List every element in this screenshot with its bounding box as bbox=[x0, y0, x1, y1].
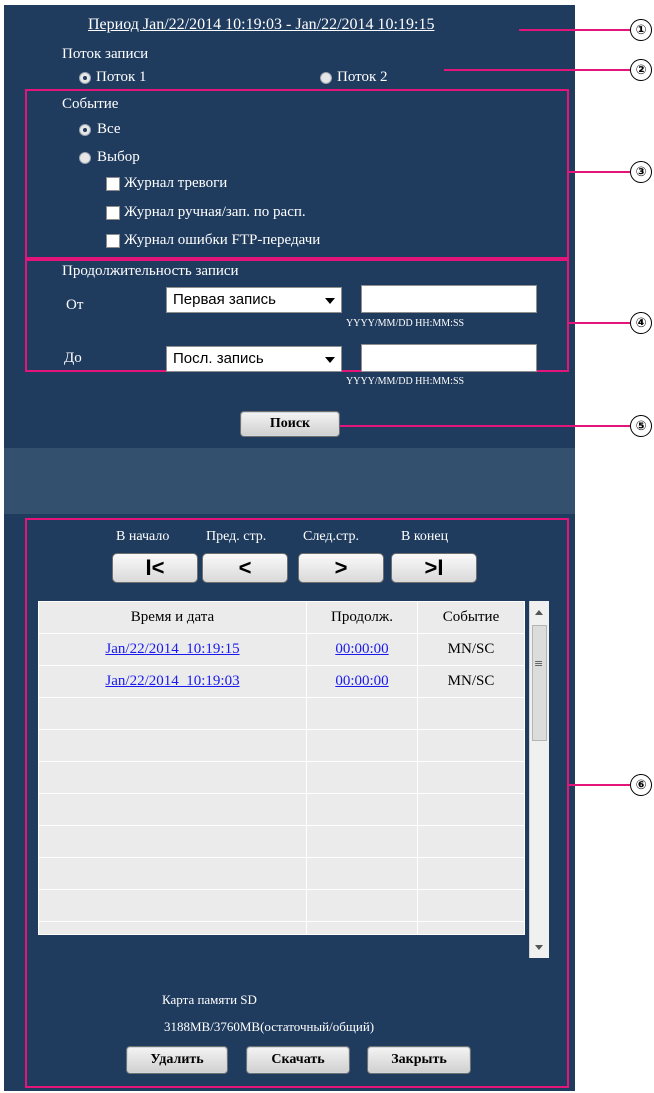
event-all-label: Все bbox=[97, 121, 121, 137]
search-button[interactable]: Поиск bbox=[240, 411, 340, 437]
from-format-hint: YYYY/MM/DD HH:MM:SS bbox=[346, 318, 465, 329]
table-row: Jan/22/2014 10:19:03 00:00:00 MN/SC bbox=[38, 665, 525, 698]
row-datetime-link[interactable]: Jan/22/2014 10:19:03 bbox=[105, 673, 239, 689]
row-event: MN/SC bbox=[417, 633, 525, 666]
sd-capacity: 3188MB/3760MB(остаточный/общий) bbox=[164, 1019, 375, 1034]
table-row-empty bbox=[38, 697, 525, 730]
event-select-radio[interactable] bbox=[79, 152, 91, 164]
from-datetime-input[interactable] bbox=[361, 285, 537, 313]
header-duration: Продолж. bbox=[306, 601, 418, 634]
stream-2-radio[interactable] bbox=[320, 72, 332, 84]
ftp-log-checkbox[interactable] bbox=[106, 234, 120, 248]
table-row-empty bbox=[38, 793, 525, 826]
scroll-thumb[interactable] bbox=[532, 625, 547, 741]
table-cell: 00:00:00 bbox=[306, 633, 418, 666]
table-row-empty bbox=[38, 729, 525, 762]
to-select[interactable]: Посл. запись bbox=[166, 346, 342, 372]
table-row-empty bbox=[38, 761, 525, 794]
prev-page-button[interactable]: < bbox=[202, 553, 288, 583]
callout-line-2 bbox=[444, 69, 630, 71]
table-header-row: Время и дата Продолж. Событие bbox=[38, 601, 525, 634]
callout-6: ⑥ bbox=[630, 774, 652, 796]
row-datetime-link[interactable]: Jan/22/2014 10:19:15 bbox=[105, 641, 239, 657]
first-page-button[interactable]: I< bbox=[112, 553, 198, 583]
first-page-icon: I< bbox=[145, 555, 165, 580]
stream-1-label: Поток 1 bbox=[96, 69, 147, 85]
first-page-label: В начало bbox=[116, 529, 170, 544]
callout-line-4 bbox=[569, 322, 630, 324]
download-button[interactable]: Скачать bbox=[246, 1046, 350, 1074]
last-page-button[interactable]: >I bbox=[391, 553, 477, 583]
header-event: Событие bbox=[417, 601, 525, 634]
callout-1: ① bbox=[630, 19, 652, 41]
header-datetime: Время и дата bbox=[38, 601, 307, 634]
log-table: Время и дата Продолж. Событие Jan/22/201… bbox=[38, 601, 525, 935]
table-scrollbar-lower[interactable] bbox=[529, 771, 549, 958]
row-duration-link[interactable]: 00:00:00 bbox=[335, 641, 388, 657]
event-title: Событие bbox=[62, 96, 119, 112]
table-cell: 00:00:00 bbox=[306, 665, 418, 698]
from-select-value: Первая запись bbox=[173, 291, 276, 308]
table-row-empty bbox=[38, 921, 525, 935]
to-datetime-input[interactable] bbox=[361, 344, 537, 372]
callout-5: ⑤ bbox=[630, 415, 652, 437]
last-page-icon: >I bbox=[424, 555, 444, 580]
from-label: От bbox=[66, 297, 84, 313]
scroll-up-icon[interactable] bbox=[535, 610, 543, 615]
callout-4: ④ bbox=[630, 312, 652, 334]
delete-button[interactable]: Удалить bbox=[126, 1046, 228, 1074]
row-duration-link[interactable]: 00:00:00 bbox=[335, 673, 388, 689]
stream-title: Поток записи bbox=[62, 46, 149, 62]
table-row: Jan/22/2014 10:19:15 00:00:00 MN/SC bbox=[38, 633, 525, 666]
manual-log-label: Журнал ручная/зап. по расп. bbox=[124, 204, 306, 220]
from-select-chevron-down-icon bbox=[325, 298, 335, 304]
callout-line-3 bbox=[569, 171, 630, 173]
next-page-button[interactable]: > bbox=[298, 553, 384, 583]
to-format-hint: YYYY/MM/DD HH:MM:SS bbox=[346, 376, 465, 387]
ftp-log-label: Журнал ошибки FTP-передачи bbox=[124, 232, 321, 248]
callout-3: ③ bbox=[630, 161, 652, 183]
table-cell: Jan/22/2014 10:19:03 bbox=[38, 665, 307, 698]
to-select-chevron-down-icon bbox=[325, 357, 335, 363]
event-all-radio[interactable] bbox=[79, 124, 91, 136]
row-event: MN/SC bbox=[417, 665, 525, 698]
duration-title: Продолжительность записи bbox=[62, 263, 239, 279]
table-row-empty bbox=[38, 857, 525, 890]
to-label: До bbox=[64, 350, 82, 366]
period-label[interactable]: Период Jan/22/2014 10:19:03 - Jan/22/201… bbox=[88, 16, 434, 34]
band-panel bbox=[4, 448, 575, 514]
event-select-label: Выбор bbox=[97, 149, 140, 165]
prev-page-icon: < bbox=[238, 555, 252, 580]
alarm-log-label: Журнал тревоги bbox=[124, 175, 228, 191]
from-select[interactable]: Первая запись bbox=[166, 287, 342, 313]
prev-page-label: Пред. стр. bbox=[206, 529, 267, 544]
callout-line-1 bbox=[519, 29, 630, 31]
callout-line-6 bbox=[569, 784, 630, 786]
table-cell: Jan/22/2014 10:19:15 bbox=[38, 633, 307, 666]
scroll-grip-icon: ≡ bbox=[534, 657, 544, 670]
stream-1-radio[interactable] bbox=[79, 72, 91, 84]
table-row-empty bbox=[38, 825, 525, 858]
callout-line-5 bbox=[340, 425, 630, 427]
close-button[interactable]: Закрыть bbox=[367, 1046, 471, 1074]
alarm-log-checkbox[interactable] bbox=[106, 177, 120, 191]
callout-2: ② bbox=[630, 59, 652, 81]
stream-2-label: Поток 2 bbox=[337, 69, 388, 85]
to-select-value: Посл. запись bbox=[173, 350, 264, 367]
scroll-down-icon[interactable] bbox=[535, 945, 543, 950]
last-page-label: В конец bbox=[401, 529, 449, 544]
table-scrollbar[interactable]: ≡ bbox=[529, 601, 549, 771]
next-page-icon: > bbox=[334, 555, 348, 580]
table-row-empty bbox=[38, 889, 525, 922]
next-page-label: След.стр. bbox=[303, 529, 359, 544]
sd-title: Карта памяти SD bbox=[162, 992, 257, 1007]
manual-log-checkbox[interactable] bbox=[106, 206, 120, 220]
